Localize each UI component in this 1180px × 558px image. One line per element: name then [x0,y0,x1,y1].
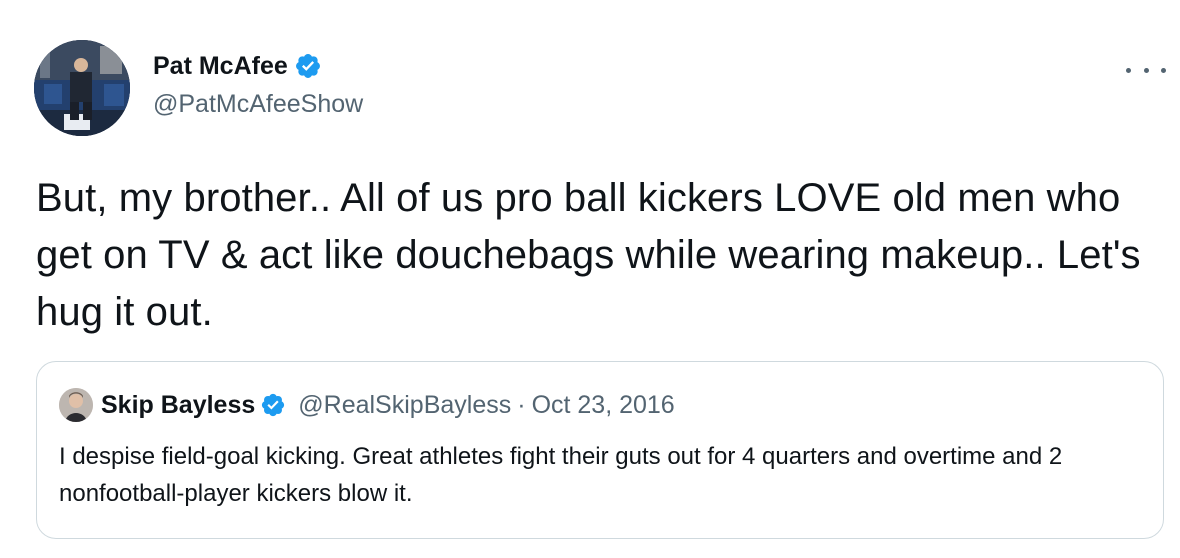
more-horizontal-icon-dot [1143,67,1149,73]
author-avatar-image [34,40,130,136]
author-display-name[interactable]: Pat McAfee [153,52,288,81]
more-horizontal-icon-dot [1161,67,1166,73]
quoted-author-avatar-image [59,388,93,422]
author-handle[interactable]: @PatMcAfeeShow [153,90,363,119]
more-horizontal-icon [1126,67,1131,73]
more-options-button[interactable] [1126,58,1166,82]
author-info: Pat McAfee @PatMcAfeeShow [153,48,363,119]
quoted-author-display-name: Skip Bayless [101,390,256,419]
quoted-tweet-header: Skip Bayless @RealSkipBayless · Oct 23, … [59,388,675,422]
verified-badge-icon [260,392,286,418]
author-name-row: Pat McAfee [153,48,363,84]
quoted-separator: · [517,390,526,419]
author-avatar[interactable] [34,40,130,136]
verified-badge-icon [294,52,322,80]
quoted-tweet-date: Oct 23, 2016 [531,390,675,419]
quoted-author-handle: @RealSkipBayless [298,390,512,419]
quoted-author-avatar [59,388,93,422]
tweet-text: But, my brother.. All of us pro ball kic… [36,176,1141,334]
quoted-tweet[interactable]: Skip Bayless @RealSkipBayless · Oct 23, … [36,361,1164,539]
tweet-card: Pat McAfee @PatMcAfeeShow But, my brothe… [0,0,1180,558]
quoted-tweet-text: I despise field-goal kicking. Great athl… [59,443,1063,507]
